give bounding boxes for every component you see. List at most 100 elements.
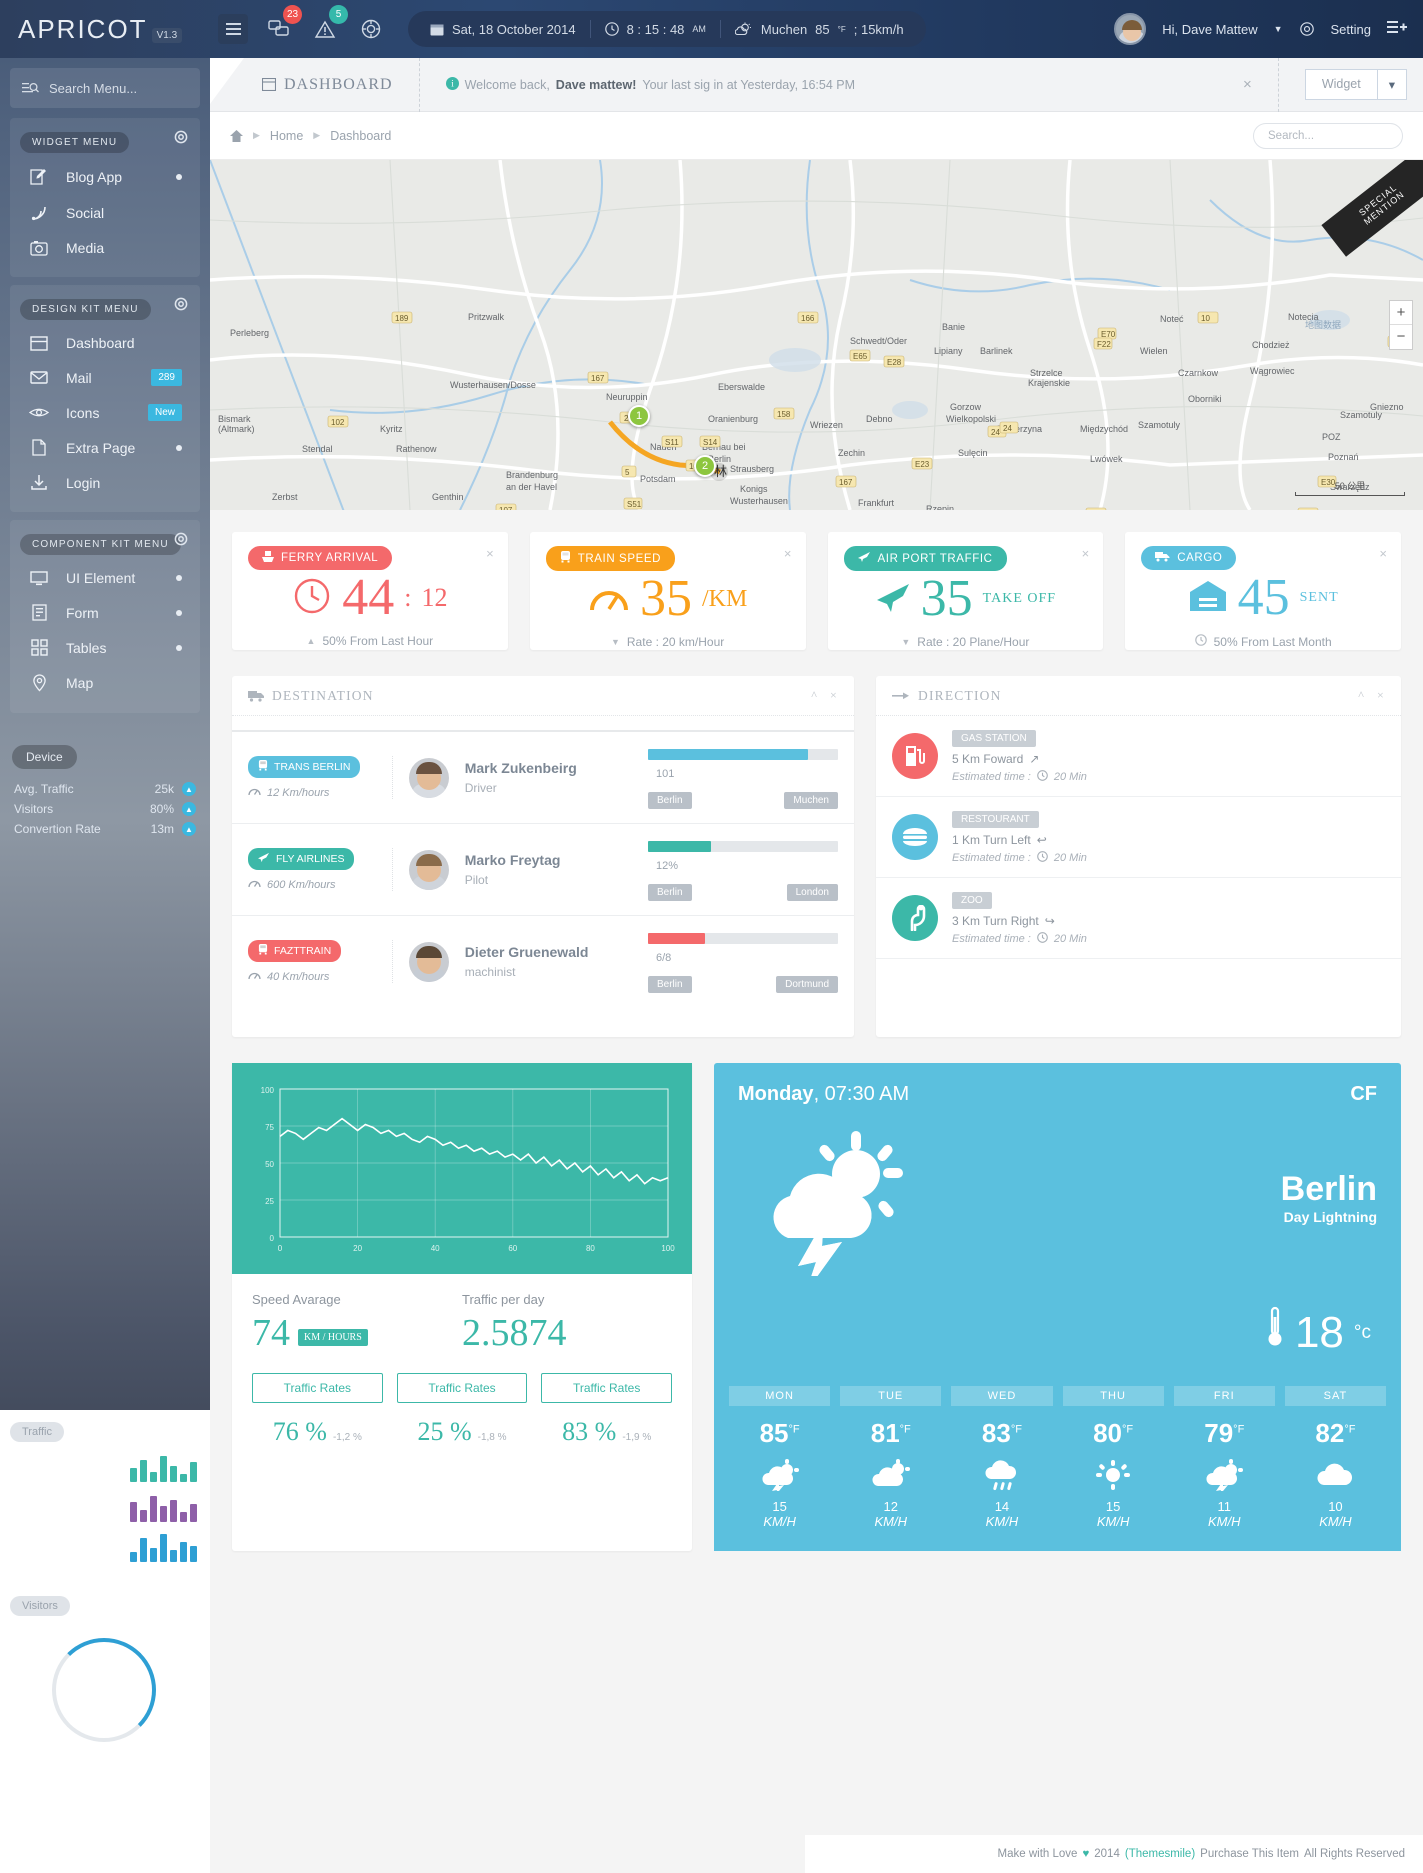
close-icon[interactable]: × — [1082, 546, 1090, 561]
home-icon — [230, 129, 243, 142]
svg-text:地图数据: 地图数据 — [1305, 319, 1341, 330]
menu-toggle-button[interactable] — [218, 14, 248, 44]
settings-gear-icon[interactable] — [356, 14, 386, 44]
close-icon[interactable]: × — [830, 688, 838, 703]
footer-suffix: All Rights Reserved — [1304, 1848, 1405, 1860]
sidebar-item-badge: 289 — [151, 369, 182, 386]
weather-day-time: Monday, 07:30 AM — [738, 1083, 909, 1106]
route-origin-tag: Berlin — [648, 792, 692, 809]
sidebar-item-tables[interactable]: Tables — [10, 630, 200, 665]
table-row[interactable]: FAZTTRAIN 40 Km/hours Dieter Gruenewald … — [232, 915, 854, 1007]
panel-actions[interactable]: ^ × — [811, 688, 838, 703]
zoom-in-button[interactable]: + — [1390, 301, 1412, 325]
list-item[interactable]: ZOO 3 Km Turn Right ↪ Estimated time : 2… — [876, 878, 1401, 959]
traffic-rate-button[interactable]: Traffic Rates — [541, 1373, 673, 1403]
breadcrumb-home[interactable]: Home — [270, 129, 303, 143]
svg-text:Strausberg: Strausberg — [730, 464, 774, 474]
alerts-icon[interactable]: 5 — [310, 5, 348, 44]
weather-segment[interactable]: Muchen 85 °F ; 15km/h — [734, 22, 904, 37]
list-item[interactable]: RESTOURANT 1 Km Turn Left ↩ Estimated ti… — [876, 797, 1401, 878]
minibar — [160, 1534, 167, 1562]
sidebar-item-social[interactable]: Social — [10, 195, 200, 231]
driver-name: Dieter Gruenewald — [464, 944, 589, 960]
table-row[interactable]: TRANS BERLIN 12 Km/hours Mark Zukenbeirg… — [232, 730, 854, 823]
traffic-rate-button[interactable]: Traffic Rates — [396, 1373, 528, 1403]
sidebar-item-dashboard[interactable]: Dashboard — [10, 326, 200, 360]
close-icon[interactable]: × — [784, 546, 792, 561]
plane-icon — [875, 580, 911, 619]
setting-gear-icon[interactable] — [1299, 21, 1315, 38]
sidebar-group-caption: DESIGN KIT MENU — [20, 299, 151, 320]
chevron-down-icon[interactable]: ▾ — [1377, 69, 1407, 100]
storm-sun-icon — [724, 1457, 835, 1493]
weather-temp-unit: °c — [1353, 1321, 1371, 1343]
messages-icon[interactable]: 23 — [264, 5, 302, 44]
destination-line-cell: FLY AIRLINES 600 Km/hours — [248, 848, 393, 891]
gear-icon[interactable] — [174, 532, 188, 551]
avatar[interactable] — [1114, 13, 1147, 45]
date-segment[interactable]: Sat, 18 October 2014 — [430, 22, 576, 37]
chevron-down-icon[interactable]: ▼ — [1274, 24, 1283, 34]
divider — [418, 57, 420, 112]
panel-actions[interactable]: ^ × — [1358, 688, 1385, 703]
weather-temperature: 18 °c — [714, 1281, 1401, 1376]
sidebar-item-map[interactable]: Map — [10, 665, 200, 701]
gear-icon[interactable] — [174, 130, 188, 149]
gear-icon[interactable] — [174, 297, 188, 316]
close-icon[interactable]: × — [1243, 76, 1252, 93]
divider — [1277, 57, 1279, 112]
svg-text:E70: E70 — [1101, 330, 1116, 339]
traffic-rate-button[interactable]: Traffic Rates — [252, 1373, 383, 1403]
map-zoom-controls[interactable]: + − — [1389, 300, 1413, 350]
map-marker-2[interactable]: 2 — [694, 455, 716, 477]
sidebar-item-form[interactable]: Form — [10, 595, 200, 630]
weather-cf-toggle[interactable]: CF — [1350, 1083, 1377, 1106]
collapse-icon[interactable]: ^ — [811, 688, 818, 703]
footer-link[interactable]: (Themesmile) — [1125, 1848, 1195, 1860]
warehouse-icon — [1188, 579, 1228, 618]
visitors-label: Visitors — [10, 1596, 70, 1616]
driver-name: Mark Zukenbeirg — [464, 760, 577, 776]
close-icon[interactable]: × — [1377, 688, 1385, 703]
stat-card-value-row: 45 SENT — [1141, 572, 1385, 624]
traffic-per-day-label: Traffic per day — [462, 1292, 545, 1307]
svg-text:166: 166 — [801, 314, 815, 323]
map-widget[interactable]: Pritzwalk Perleberg Wusterhausen/Dosse Neu… — [210, 160, 1423, 510]
speed-average-value: 74 — [252, 1312, 290, 1354]
search-menu-input[interactable]: Search Menu... — [10, 68, 200, 108]
app-logo[interactable]: APRICOT V1.3 — [0, 14, 210, 45]
heart-icon: ♥ — [1082, 1848, 1090, 1860]
sidebar-item-media[interactable]: Media — [10, 231, 200, 265]
speed-average-stat: Speed Avarage 74 KM / HOURS — [252, 1292, 462, 1355]
list-item[interactable]: GAS STATION 5 Km Foward ↗ Estimated time… — [876, 716, 1401, 797]
time-segment[interactable]: 8 : 15 : 48 AM — [604, 22, 706, 37]
collapse-icon[interactable]: ^ — [1358, 688, 1365, 703]
window-icon — [262, 78, 276, 91]
percent-delta: -1,9 % — [622, 1432, 652, 1443]
table-row[interactable]: FLY AIRLINES 600 Km/hours Marko Freytag … — [232, 823, 854, 915]
footer-mid[interactable]: Purchase This Item — [1200, 1848, 1299, 1860]
widget-button-label[interactable]: Widget — [1304, 69, 1378, 100]
close-icon[interactable]: × — [1379, 546, 1387, 561]
widget-dropdown[interactable]: Widget ▾ — [1304, 69, 1407, 100]
svg-text:POZ: POZ — [1322, 432, 1341, 442]
zoom-out-button[interactable]: − — [1390, 325, 1412, 349]
stat-card-value: 35 — [639, 570, 692, 627]
sidebar-item-ui-element[interactable]: UI Element — [10, 561, 200, 595]
sidebar-item-blog-app[interactable]: Blog App — [10, 159, 200, 195]
sidebar-item-icons[interactable]: Icons New — [10, 395, 200, 430]
sidebar-item-mail[interactable]: Mail 289 — [10, 360, 200, 395]
add-panel-icon[interactable] — [1387, 20, 1407, 38]
eta-row: Estimated time : 20 Min — [952, 851, 1087, 865]
svg-text:F22: F22 — [1097, 340, 1111, 349]
search-input[interactable]: Search... — [1253, 122, 1403, 149]
direction-content: RESTOURANT 1 Km Turn Left ↩ Estimated ti… — [952, 809, 1087, 865]
map-marker-1[interactable]: 1 — [628, 405, 650, 427]
minibar — [170, 1500, 177, 1522]
user-greeting[interactable]: Hi, Dave Mattew — [1162, 22, 1257, 37]
sidebar-item-login[interactable]: Login — [10, 465, 200, 500]
close-icon[interactable]: × — [486, 546, 494, 561]
sidebar-item-extra-page[interactable]: Extra Page — [10, 430, 200, 465]
speed-value: 40 Km/hours — [267, 970, 330, 983]
setting-label[interactable]: Setting — [1331, 22, 1371, 37]
